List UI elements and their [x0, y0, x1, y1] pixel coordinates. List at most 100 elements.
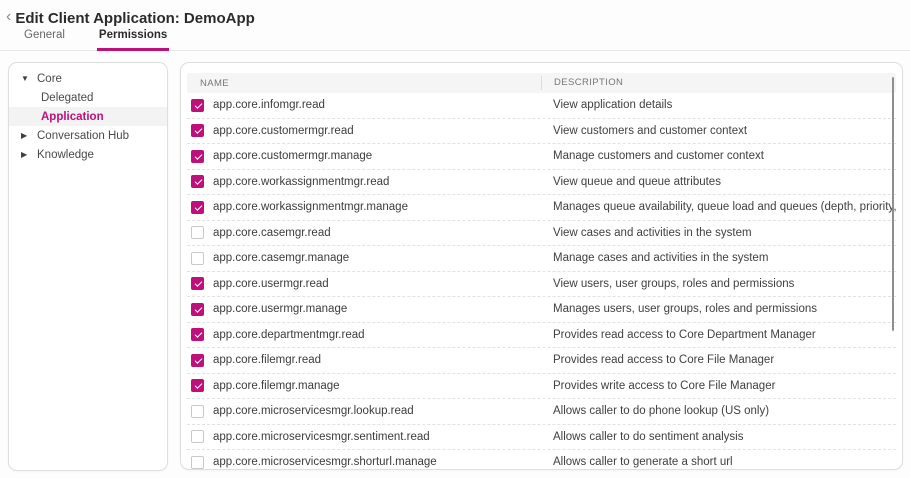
checkbox-unchecked-icon[interactable] — [191, 226, 204, 239]
permission-name-cell: app.core.workassignmentmgr.manage — [187, 201, 541, 214]
checkbox-checked-icon[interactable] — [191, 277, 204, 290]
permission-description: View application details — [541, 99, 896, 111]
table-row: app.core.usermgr.read View users, user gr… — [187, 272, 896, 298]
table-row: app.core.usermgr.manage Manages users, us… — [187, 297, 896, 323]
permissions-table-panel: NAME DESCRIPTION app.core.infomgr.read Vi… — [180, 62, 903, 470]
permission-name-cell: app.core.filemgr.read — [187, 354, 541, 367]
chevron-down-icon[interactable]: ▼ — [21, 74, 32, 83]
permission-description: Manage cases and activities in the syste… — [541, 252, 896, 264]
tree-item-label: Conversation Hub — [37, 130, 129, 142]
permission-name-cell: app.core.workassignmentmgr.read — [187, 175, 541, 188]
permission-name-cell: app.core.microservicesmgr.shorturl.manag… — [187, 456, 541, 469]
permission-name: app.core.filemgr.read — [213, 354, 321, 366]
permission-name: app.core.usermgr.read — [213, 278, 329, 290]
permission-description: Allows caller to do sentiment analysis — [541, 431, 896, 443]
permission-description: View users, user groups, roles and permi… — [541, 278, 896, 290]
permission-name: app.core.microservicesmgr.shorturl.manag… — [213, 456, 437, 468]
permission-name: app.core.casemgr.manage — [213, 252, 349, 264]
permission-name: app.core.workassignmentmgr.manage — [213, 201, 408, 213]
permission-name: app.core.departmentmgr.read — [213, 329, 365, 341]
permission-description: Manage customers and customer context — [541, 150, 896, 162]
tree-item-label: Core — [37, 73, 62, 85]
checkbox-checked-icon[interactable] — [191, 379, 204, 392]
table-header: NAME DESCRIPTION — [187, 73, 896, 93]
permission-description: Provides read access to Core Department … — [541, 329, 896, 341]
checkbox-checked-icon[interactable] — [191, 354, 204, 367]
permission-name-cell: app.core.usermgr.manage — [187, 303, 541, 316]
page-header: ‹ Edit Client Application: DemoApp — [0, 0, 910, 28]
table-row: app.core.casemgr.manage Manage cases and … — [187, 246, 896, 272]
column-header-description: DESCRIPTION — [541, 76, 896, 90]
checkbox-checked-icon[interactable] — [191, 99, 204, 112]
column-header-name: NAME — [187, 78, 541, 89]
table-row: app.core.infomgr.read View application de… — [187, 93, 896, 119]
permission-name-cell: app.core.usermgr.read — [187, 277, 541, 290]
checkbox-checked-icon[interactable] — [191, 124, 204, 137]
permission-name: app.core.microservicesmgr.lookup.read — [213, 405, 414, 417]
permission-description: View cases and activities in the system — [541, 227, 896, 239]
tab-general[interactable]: General — [22, 29, 67, 51]
checkbox-checked-icon[interactable] — [191, 303, 204, 316]
permission-description: Manages queue availability, queue load a… — [541, 201, 896, 213]
table-row: app.core.microservicesmgr.shorturl.manag… — [187, 450, 896, 470]
permission-description: Provides read access to Core File Manage… — [541, 354, 896, 366]
tree-item-application[interactable]: Application — [9, 107, 167, 126]
permission-name-cell: app.core.departmentmgr.read — [187, 328, 541, 341]
vertical-scrollbar[interactable] — [892, 77, 894, 331]
back-chevron-icon[interactable]: ‹ — [6, 9, 15, 27]
permission-name-cell: app.core.infomgr.read — [187, 99, 541, 112]
permission-description: Manages users, user groups, roles and pe… — [541, 303, 896, 315]
chevron-right-icon[interactable]: ▶ — [21, 150, 32, 159]
checkbox-checked-icon[interactable] — [191, 175, 204, 188]
chevron-right-icon[interactable]: ▶ — [21, 131, 32, 140]
permission-name-cell: app.core.casemgr.read — [187, 226, 541, 239]
permission-name: app.core.usermgr.manage — [213, 303, 347, 315]
checkbox-checked-icon[interactable] — [191, 150, 204, 163]
table-row: app.core.workassignmentmgr.manage Manages… — [187, 195, 896, 221]
permission-name-cell: app.core.customermgr.read — [187, 124, 541, 137]
table-row: app.core.filemgr.read Provides read acces… — [187, 348, 896, 374]
checkbox-checked-icon[interactable] — [191, 328, 204, 341]
permission-description: View customers and customer context — [541, 125, 896, 137]
table-row: app.core.customermgr.manage Manage custom… — [187, 144, 896, 170]
permission-tree: ▼ Core Delegated Application ▶ Conversation H… — [9, 69, 167, 164]
tree-item-core[interactable]: ▼ Core — [9, 69, 167, 88]
checkbox-unchecked-icon[interactable] — [191, 430, 204, 443]
table-row: app.core.filemgr.manage Provides write ac… — [187, 374, 896, 400]
checkbox-unchecked-icon[interactable] — [191, 405, 204, 418]
page-title: Edit Client Application: DemoApp — [15, 10, 254, 27]
permission-description: Provides write access to Core File Manag… — [541, 380, 896, 392]
permission-name: app.core.infomgr.read — [213, 99, 325, 111]
table-row: app.core.microservicesmgr.lookup.read All… — [187, 399, 896, 425]
permission-name: app.core.microservicesmgr.sentiment.read — [213, 431, 430, 443]
checkbox-unchecked-icon[interactable] — [191, 456, 204, 469]
tree-item-label: Delegated — [41, 92, 93, 104]
permission-name-cell: app.core.customermgr.manage — [187, 150, 541, 163]
table-row: app.core.customermgr.read View customers … — [187, 119, 896, 145]
permission-description: View queue and queue attributes — [541, 176, 896, 188]
permission-name-cell: app.core.microservicesmgr.lookup.read — [187, 405, 541, 418]
permission-name: app.core.casemgr.read — [213, 227, 331, 239]
permission-name: app.core.filemgr.manage — [213, 380, 340, 392]
tree-item-delegated[interactable]: Delegated — [9, 88, 167, 107]
tree-item-knowledge[interactable]: ▶ Knowledge — [9, 145, 167, 164]
tree-item-conversation-hub[interactable]: ▶ Conversation Hub — [9, 126, 167, 145]
permission-name-cell: app.core.casemgr.manage — [187, 252, 541, 265]
tree-item-label: Application — [41, 111, 104, 123]
table-row: app.core.microservicesmgr.sentiment.read… — [187, 425, 896, 451]
permission-name: app.core.customermgr.manage — [213, 150, 372, 162]
tab-bar: General Permissions — [0, 29, 910, 51]
table-row: app.core.departmentmgr.read Provides read… — [187, 323, 896, 349]
permission-name: app.core.workassignmentmgr.read — [213, 176, 389, 188]
checkbox-unchecked-icon[interactable] — [191, 252, 204, 265]
permission-description: Allows caller to do phone lookup (US onl… — [541, 405, 896, 417]
table-row: app.core.casemgr.read View cases and acti… — [187, 221, 896, 247]
tree-item-label: Knowledge — [37, 149, 94, 161]
permission-name-cell: app.core.microservicesmgr.sentiment.read — [187, 430, 541, 443]
permissions-table-body: app.core.infomgr.read View application de… — [187, 93, 896, 470]
tab-permissions[interactable]: Permissions — [97, 29, 169, 51]
permission-category-tree-panel: ▼ Core Delegated Application ▶ Conversation H… — [8, 62, 168, 471]
checkbox-checked-icon[interactable] — [191, 201, 204, 214]
permission-name-cell: app.core.filemgr.manage — [187, 379, 541, 392]
permission-name: app.core.customermgr.read — [213, 125, 354, 137]
